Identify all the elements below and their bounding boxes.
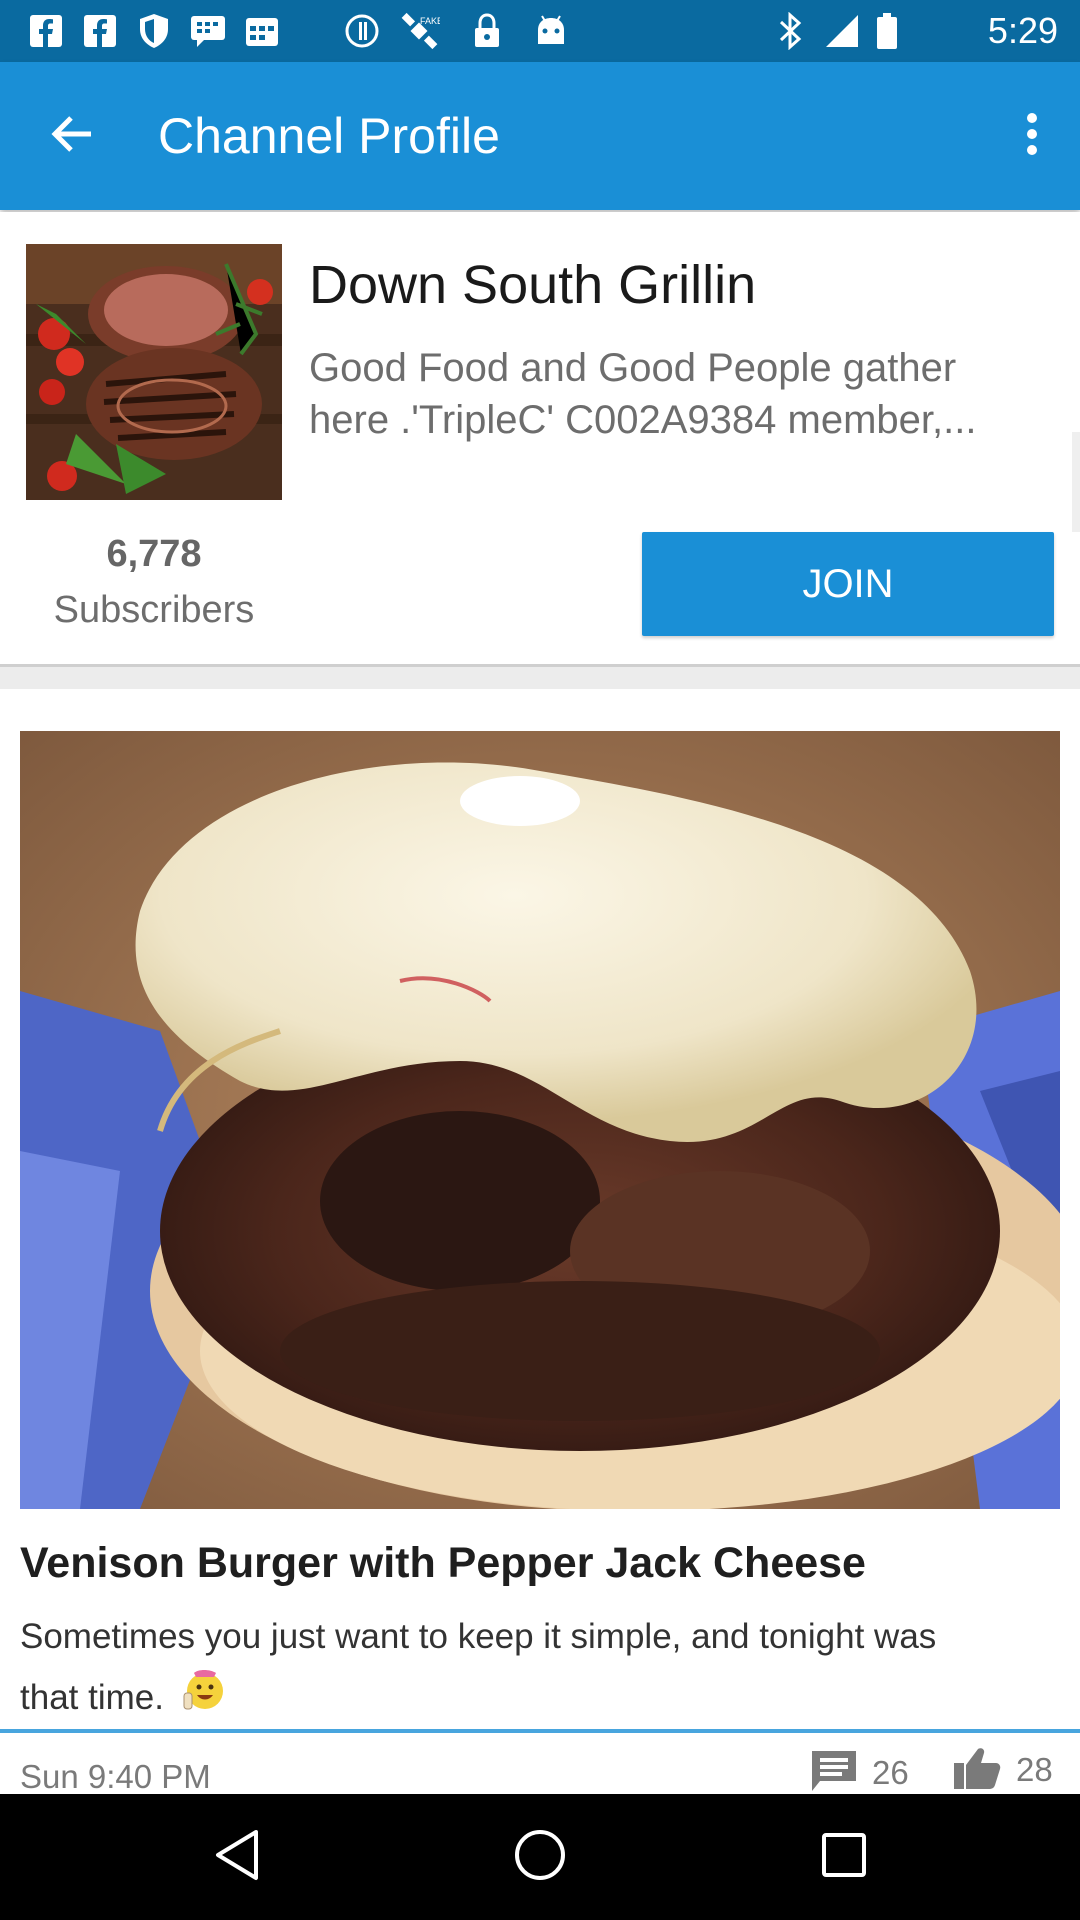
info-icon xyxy=(344,12,380,50)
join-button[interactable]: JOIN xyxy=(642,532,1054,636)
peace-emoji-icon xyxy=(180,1667,226,1732)
post-card[interactable]: Venison Burger with Pepper Jack Cheese S… xyxy=(0,689,1080,1797)
post-image[interactable] xyxy=(20,731,1060,1509)
subscriber-count: 6,778 xyxy=(106,533,202,575)
satellite-icon: FAKE xyxy=(398,12,442,50)
comment-icon xyxy=(810,1749,858,1798)
back-button[interactable] xyxy=(36,106,108,166)
nav-recents-button[interactable] xyxy=(814,1827,874,1887)
section-divider xyxy=(0,667,1080,689)
android-icon xyxy=(532,12,570,50)
more-vert-icon xyxy=(1026,112,1038,161)
shield-icon xyxy=(134,12,174,50)
bluetooth-icon xyxy=(776,12,806,50)
nav-home-button[interactable] xyxy=(510,1827,570,1887)
post-title: Venison Burger with Pepper Jack Cheese xyxy=(20,1539,866,1587)
app-bar: Channel Profile xyxy=(0,62,1080,210)
recents-square-icon xyxy=(820,1831,868,1884)
channel-name: Down South Grillin xyxy=(309,255,757,315)
channel-header: Down South Grillin Good Food and Good Pe… xyxy=(0,212,1080,667)
page-title: Channel Profile xyxy=(158,108,500,164)
comment-count: 26 xyxy=(872,1754,909,1791)
chat-icon xyxy=(186,12,230,50)
overflow-menu-button[interactable] xyxy=(1008,106,1056,166)
comment-button[interactable]: 26 xyxy=(810,1749,909,1797)
battery-icon xyxy=(874,12,900,50)
nav-back-button[interactable] xyxy=(206,1827,266,1887)
post-body-line: Sometimes you just want to keep it simpl… xyxy=(20,1617,937,1656)
status-bar: FAKE 5:29 xyxy=(0,0,1080,62)
home-circle-icon xyxy=(513,1828,567,1887)
like-button[interactable]: 28 xyxy=(952,1745,1053,1795)
thumbs-up-icon xyxy=(952,1745,1002,1796)
post-body-line: that time. xyxy=(20,1677,164,1717)
lock-icon xyxy=(470,12,504,50)
navigation-bar xyxy=(0,1794,1080,1920)
facebook-icon xyxy=(26,12,66,50)
arrow-back-icon xyxy=(51,114,93,159)
subscriber-label: Subscribers xyxy=(53,589,255,631)
channel-description-line: Good Food and Good People gather xyxy=(309,346,957,390)
channel-description: Good Food and Good People gather here .'… xyxy=(309,342,1057,446)
post-divider xyxy=(0,1729,1080,1733)
like-count: 28 xyxy=(1016,1751,1053,1788)
post-timestamp: Sun 9:40 PM xyxy=(20,1758,211,1795)
channel-avatar[interactable] xyxy=(26,244,282,500)
scroll-indicator xyxy=(1072,432,1080,532)
back-triangle-icon xyxy=(212,1828,260,1887)
channel-description-line: here .'TripleC' C002A9384 member,... xyxy=(309,398,977,442)
post-body: Sometimes you just want to keep it simpl… xyxy=(20,1607,1060,1732)
calendar-icon xyxy=(240,12,284,50)
facebook-icon xyxy=(80,12,120,50)
signal-icon xyxy=(822,12,862,50)
status-time: 5:29 xyxy=(987,10,1058,51)
svg-text:FAKE: FAKE xyxy=(420,16,440,26)
